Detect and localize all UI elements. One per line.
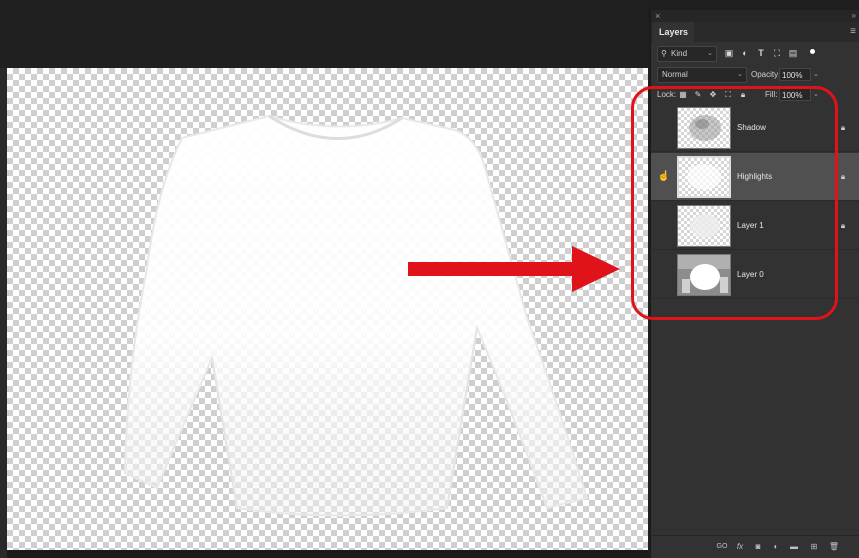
kind-filter-label: Kind	[671, 49, 688, 58]
lock-icon: 🔒︎	[840, 172, 846, 181]
fx-icon[interactable]: fx	[733, 539, 747, 555]
adjustment-filter-icon[interactable]: ◐	[739, 46, 751, 60]
tools-edge	[0, 68, 7, 558]
new-layer-icon[interactable]: ⊞	[807, 539, 821, 555]
type-filter-icon[interactable]: T	[755, 46, 767, 60]
blend-row: Normal ⌄ Opacity: 100% ⌄	[657, 67, 857, 83]
chevron-down-icon: ⌄	[707, 50, 713, 57]
lock-icon: 🔒︎	[840, 123, 846, 132]
panel-menu-icon[interactable]: ≡	[850, 27, 856, 37]
document-canvas[interactable]	[7, 68, 648, 550]
red-arrow-annotation	[408, 246, 620, 292]
trash-icon[interactable]: 🗑︎	[827, 539, 841, 555]
filter-row: ⚲ Kind ⌄ ▣ ◐ T ⛶ ▤	[657, 46, 857, 62]
canvas-bottom-bar	[7, 550, 648, 558]
blend-mode-select[interactable]: Normal ⌄	[657, 67, 747, 83]
chevron-down-icon: ⌄	[737, 71, 743, 78]
folder-icon[interactable]: ▬	[787, 539, 801, 555]
document-header-bar	[0, 0, 648, 68]
search-icon: ⚲	[661, 49, 667, 58]
chevron-down-icon[interactable]: ⌄	[813, 67, 819, 83]
link-layers-icon[interactable]: GO	[715, 539, 729, 555]
tab-layers[interactable]: Layers	[653, 22, 695, 42]
collapse-icon[interactable]: »	[852, 11, 856, 21]
red-highlight-annotation	[631, 86, 838, 320]
blend-mode-label: Normal	[662, 70, 688, 79]
panel-footer: GO fx ◙ ◐ ▬ ⊞ 🗑︎	[651, 535, 859, 558]
pixel-filter-icon[interactable]: ▣	[723, 46, 735, 60]
opacity-field[interactable]: 100%	[779, 68, 811, 81]
panel-top-strip: × »	[651, 10, 859, 22]
kind-filter-select[interactable]: ⚲ Kind ⌄	[657, 46, 717, 62]
adjustment-layer-icon[interactable]: ◐	[769, 539, 783, 555]
opacity-label: Opacity:	[751, 70, 781, 79]
panel-tab-bar: Layers ≡	[651, 22, 859, 42]
close-icon[interactable]: ×	[655, 11, 660, 21]
lock-icon: 🔒︎	[840, 221, 846, 230]
layer-mask-icon[interactable]: ◙	[751, 539, 765, 555]
filter-toggle-icon[interactable]	[810, 49, 815, 54]
shirt-image	[123, 114, 589, 517]
smart-object-filter-icon[interactable]: ▤	[787, 46, 799, 60]
shape-filter-icon[interactable]: ⛶	[771, 46, 783, 60]
